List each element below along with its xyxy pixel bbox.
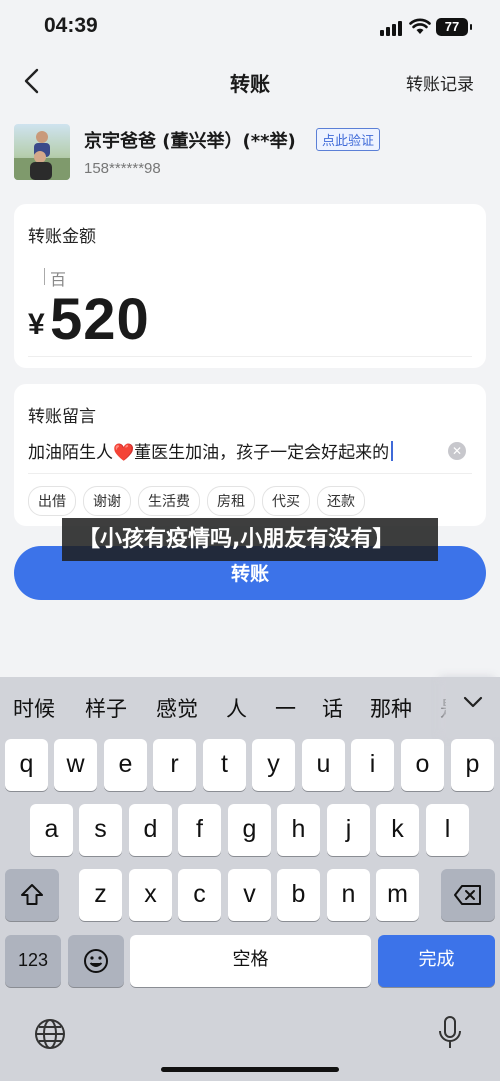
key-s[interactable]: s <box>79 804 122 856</box>
chip-purchase-on-behalf[interactable]: 代买 <box>262 486 310 516</box>
clear-circle-icon[interactable]: ✕ <box>448 442 466 460</box>
shift-key[interactable] <box>5 869 59 921</box>
shift-icon <box>21 884 43 905</box>
key-c[interactable]: c <box>178 869 221 921</box>
key-b[interactable]: b <box>277 869 320 921</box>
quick-message-chips: 出借 谢谢 生活费 房租 代买 还款 <box>28 486 365 516</box>
key-u[interactable]: u <box>302 739 345 791</box>
message-label: 转账留言 <box>28 407 96 427</box>
chip-rent[interactable]: 房租 <box>207 486 255 516</box>
key-z[interactable]: z <box>79 869 122 921</box>
key-g[interactable]: g <box>228 804 271 856</box>
cellular-signal-icon <box>380 20 404 36</box>
key-d[interactable]: d <box>129 804 172 856</box>
key-j[interactable]: j <box>327 804 370 856</box>
candidate-bar: 时候 样子 感觉 人 一 话 那种 是 <box>0 677 500 737</box>
key-r[interactable]: r <box>153 739 196 791</box>
backspace-icon <box>454 885 481 905</box>
status-time: 04:39 <box>44 14 98 37</box>
message-input[interactable]: 加油陌生人❤️董医生加油，孩子一定会好起来的 <box>28 438 428 463</box>
nav-bar: 转账 转账记录 <box>0 56 500 106</box>
key-t[interactable]: t <box>203 739 246 791</box>
home-indicator <box>161 1067 339 1072</box>
key-p[interactable]: p <box>451 739 494 791</box>
divider <box>28 473 472 474</box>
keyboard: 时候 样子 感觉 人 一 话 那种 是 q w e r t y u i o p … <box>0 677 500 1081</box>
chip-living-expenses[interactable]: 生活费 <box>138 486 200 516</box>
done-key[interactable]: 完成 <box>378 935 495 987</box>
amount-input[interactable]: 520 <box>50 286 150 353</box>
microphone-icon[interactable] <box>437 1015 463 1051</box>
amount-card: 转账金额 百 ¥ 520 <box>14 204 486 368</box>
emoji-icon <box>84 949 108 973</box>
collapse-candidates-button[interactable] <box>446 677 500 737</box>
caption-banner: 【小孩有疫情吗,小朋友有没有】 <box>62 518 438 561</box>
payee-info: 京宇爸爸 (董兴举）(**举) 点此验证 158******98 <box>14 122 486 184</box>
transfer-history-link[interactable]: 转账记录 <box>406 70 474 95</box>
candidate-word[interactable]: 一 <box>275 693 296 723</box>
heart-emoji: ❤️ <box>113 443 135 463</box>
avatar <box>14 124 70 180</box>
divider <box>28 356 472 357</box>
candidate-word[interactable]: 时候 <box>13 693 55 723</box>
key-f[interactable]: f <box>178 804 221 856</box>
key-w[interactable]: w <box>54 739 97 791</box>
key-n[interactable]: n <box>327 869 370 921</box>
numbers-key[interactable]: 123 <box>5 935 61 987</box>
chip-loan[interactable]: 出借 <box>28 486 76 516</box>
key-e[interactable]: e <box>104 739 147 791</box>
candidate-word[interactable]: 感觉 <box>156 693 198 723</box>
key-o[interactable]: o <box>401 739 444 791</box>
wifi-icon <box>409 18 431 34</box>
key-v[interactable]: v <box>228 869 271 921</box>
message-text-end: 董医生加油，孩子一定会好起来的 <box>134 443 390 463</box>
key-h[interactable]: h <box>277 804 320 856</box>
verify-button[interactable]: 点此验证 <box>316 128 381 151</box>
key-l[interactable]: l <box>426 804 469 856</box>
payee-name: 京宇爸爸 (董兴举）(**举) <box>84 131 296 152</box>
candidate-word[interactable]: 人 <box>226 693 247 723</box>
space-key[interactable]: 空格 <box>130 935 371 987</box>
message-card: 转账留言 加油陌生人❤️董医生加油，孩子一定会好起来的 ✕ 出借 谢谢 生活费 … <box>14 384 486 526</box>
message-text-start: 加油陌生人 <box>28 443 113 463</box>
key-x[interactable]: x <box>129 869 172 921</box>
battery-icon: 77 <box>436 18 472 36</box>
text-cursor <box>391 441 394 461</box>
status-bar: 04:39 77 <box>0 0 500 56</box>
key-y[interactable]: y <box>252 739 295 791</box>
key-k[interactable]: k <box>376 804 419 856</box>
payee-phone: 158******98 <box>84 160 161 177</box>
amount-label: 转账金额 <box>28 227 96 247</box>
key-i[interactable]: i <box>351 739 394 791</box>
candidate-word[interactable]: 那种 <box>370 693 412 723</box>
currency-symbol: ¥ <box>28 308 45 341</box>
chip-repayment[interactable]: 还款 <box>317 486 365 516</box>
chevron-down-icon <box>463 696 483 708</box>
candidate-word[interactable]: 话 <box>322 693 343 723</box>
delete-key[interactable] <box>441 869 495 921</box>
emoji-key[interactable] <box>68 935 124 987</box>
key-a[interactable]: a <box>30 804 73 856</box>
chip-thanks[interactable]: 谢谢 <box>83 486 131 516</box>
key-q[interactable]: q <box>5 739 48 791</box>
key-m[interactable]: m <box>376 869 419 921</box>
candidate-word[interactable]: 样子 <box>85 693 127 723</box>
globe-icon[interactable] <box>33 1017 67 1051</box>
